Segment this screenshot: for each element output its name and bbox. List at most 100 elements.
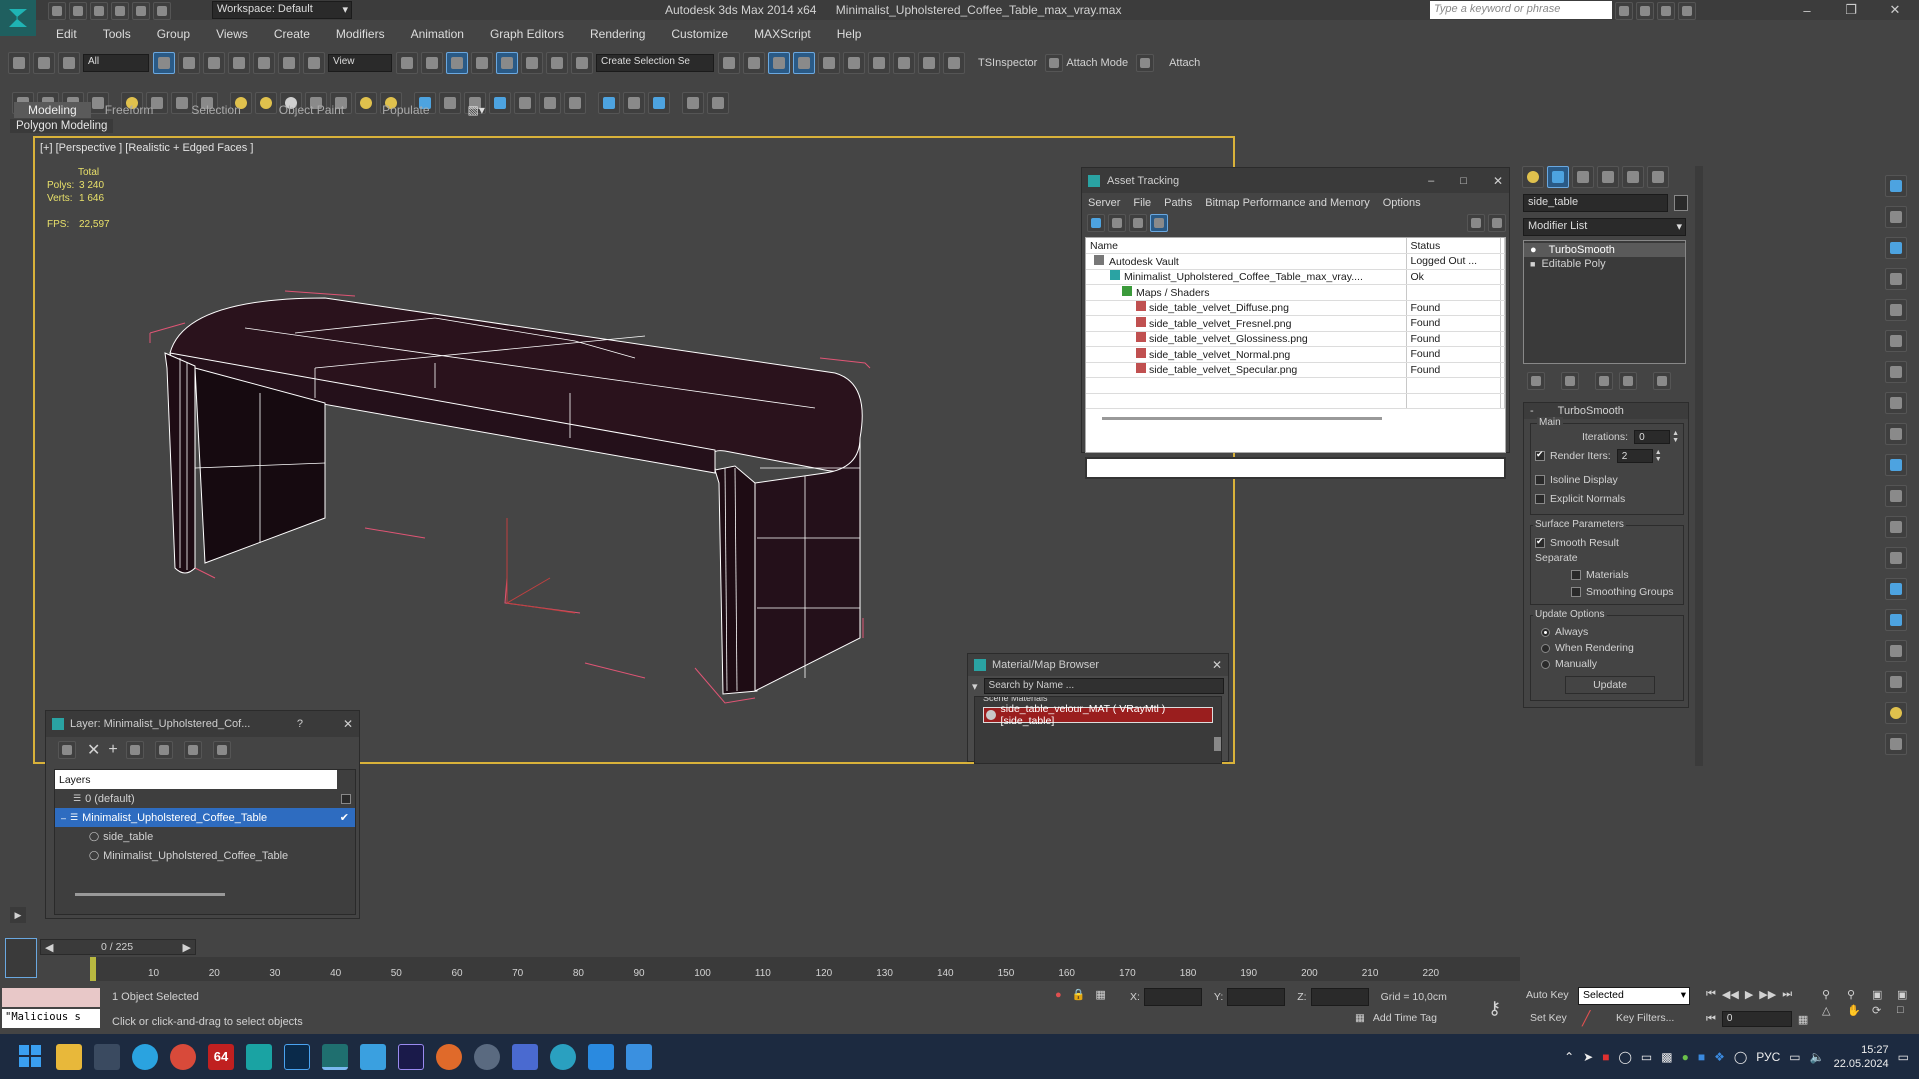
auto-key-button[interactable]: Auto Key bbox=[1526, 989, 1569, 1001]
ies-icon[interactable] bbox=[1885, 299, 1907, 321]
table-row[interactable]: side_table_velvet_Fresnel.png Found bbox=[1086, 315, 1505, 332]
table-row[interactable]: Maps / Shaders bbox=[1086, 284, 1505, 301]
freeze-all-icon[interactable] bbox=[212, 741, 231, 759]
tray-telegram-icon[interactable]: ➤ bbox=[1583, 1050, 1593, 1064]
help-icon[interactable]: ? bbox=[297, 718, 303, 730]
link-icon[interactable] bbox=[8, 52, 30, 74]
x-coord-field[interactable] bbox=[1143, 988, 1202, 1006]
y-coord-field[interactable] bbox=[1227, 988, 1286, 1006]
object-name-field[interactable]: side_table bbox=[1523, 194, 1668, 212]
question-icon[interactable] bbox=[1885, 733, 1907, 755]
tray-display-icon[interactable]: ▭ bbox=[1641, 1050, 1652, 1064]
ref-coord-dropdown[interactable]: View bbox=[328, 54, 392, 72]
menu-rendering[interactable]: Rendering bbox=[590, 27, 645, 41]
menu-tools[interactable]: Tools bbox=[103, 27, 131, 41]
tray-security-icon[interactable]: ■ bbox=[1698, 1050, 1705, 1064]
horizontal-scrollbar[interactable] bbox=[1102, 417, 1382, 420]
tree-icon[interactable] bbox=[1885, 671, 1907, 693]
menu-maxscript[interactable]: MAXScript bbox=[754, 27, 811, 41]
stack-item-editable-poly[interactable]: ■ Editable Poly bbox=[1524, 257, 1685, 271]
update-button[interactable]: Update bbox=[1565, 676, 1655, 694]
render-setup-icon[interactable] bbox=[893, 52, 915, 74]
zoom-all-icon[interactable]: ⚲ bbox=[1847, 988, 1869, 1001]
manually-radio[interactable] bbox=[1541, 659, 1550, 669]
lock-icon[interactable]: 🔒 bbox=[1072, 988, 1086, 1001]
mirror-icon[interactable] bbox=[718, 52, 740, 74]
pan-icon[interactable]: ✋ bbox=[1847, 1004, 1869, 1017]
helper-icon[interactable] bbox=[1885, 640, 1907, 662]
smoothing-groups-checkbox[interactable] bbox=[1571, 586, 1581, 597]
percent-snap-icon[interactable] bbox=[521, 52, 543, 74]
when-rendering-radio[interactable] bbox=[1541, 643, 1550, 653]
zoom-icon[interactable]: ⚲ bbox=[1822, 988, 1844, 1001]
tray-antivirus-icon[interactable]: ■ bbox=[1602, 1050, 1609, 1064]
mini-listener-toggle[interactable] bbox=[5, 938, 37, 978]
photoshop-icon[interactable] bbox=[284, 1043, 310, 1070]
detail-view-icon[interactable] bbox=[1129, 214, 1147, 232]
app-icon[interactable] bbox=[474, 1043, 500, 1070]
select-object-icon[interactable] bbox=[153, 52, 175, 74]
orbit-icon[interactable]: ⟳ bbox=[1872, 1004, 1894, 1017]
set-key-icon[interactable]: ╱ bbox=[1582, 1010, 1590, 1027]
select-by-name-icon[interactable] bbox=[178, 52, 200, 74]
notepad-icon[interactable] bbox=[360, 1043, 386, 1070]
minimize-icon[interactable]: – bbox=[1428, 175, 1434, 187]
scale-icon[interactable] bbox=[303, 52, 325, 74]
hide-all-icon[interactable] bbox=[183, 741, 202, 759]
render-production-icon[interactable] bbox=[943, 52, 965, 74]
viewport[interactable]: [+] [Perspective ] [Realistic + Edged Fa… bbox=[33, 136, 1235, 764]
go-to-start-icon[interactable]: ⏮ bbox=[1706, 988, 1716, 1001]
column-header-name[interactable]: Name bbox=[1086, 238, 1407, 254]
menu-views[interactable]: Views bbox=[216, 27, 248, 41]
render-iters-spinner[interactable]: 2 bbox=[1616, 449, 1653, 463]
fov-icon[interactable]: △ bbox=[1822, 1004, 1844, 1017]
checkmark-icon[interactable]: ✔ bbox=[340, 811, 349, 824]
telegram-icon[interactable] bbox=[132, 1043, 158, 1070]
keyboard-shortcut-override-icon[interactable] bbox=[446, 52, 468, 74]
table-row[interactable]: side_table_velvet_Glossiness.png Found bbox=[1086, 331, 1505, 347]
sun-light-icon[interactable] bbox=[1885, 268, 1907, 290]
table-row[interactable]: side_table_velvet_Specular.png Found bbox=[1086, 362, 1505, 378]
named-selection-dropdown[interactable]: Create Selection Se bbox=[596, 54, 714, 72]
menu-help[interactable]: Help bbox=[837, 27, 862, 41]
time-tag-icon[interactable]: ▦ bbox=[1355, 1012, 1365, 1024]
move-icon[interactable] bbox=[253, 52, 275, 74]
list-view-icon[interactable] bbox=[1108, 214, 1126, 232]
table-row[interactable]: side_table_velvet_Normal.png Found bbox=[1086, 346, 1505, 363]
next-key-icon[interactable]: ▶▶ bbox=[1759, 988, 1776, 1001]
menu-modifiers[interactable]: Modifiers bbox=[336, 27, 385, 41]
tray-volume-icon[interactable]: 🔈 bbox=[1810, 1050, 1825, 1064]
tray-sync-icon[interactable]: ◯ bbox=[1618, 1050, 1631, 1064]
key-mode-icon[interactable]: ⏮ bbox=[1706, 1013, 1716, 1026]
search-input[interactable]: Type a keyword or phrase bbox=[1430, 1, 1612, 19]
key-icon[interactable]: ⚷ bbox=[1488, 998, 1501, 1019]
pin-stack-icon[interactable] bbox=[1527, 372, 1545, 390]
tray-network-icon[interactable]: ▭ bbox=[1789, 1050, 1800, 1064]
minimize-icon[interactable]: – bbox=[1785, 3, 1829, 18]
close-icon[interactable]: ✕ bbox=[343, 717, 353, 731]
task-view-icon[interactable] bbox=[94, 1043, 120, 1070]
polygon-modeling-tab[interactable]: Polygon Modeling bbox=[10, 119, 114, 133]
proxy-object-icon[interactable] bbox=[1885, 392, 1907, 414]
chrome-icon[interactable] bbox=[170, 1043, 196, 1070]
layer-item-coffee-table[interactable]: – ☰ Minimalist_Upholstered_Coffee_Table … bbox=[55, 808, 355, 827]
layer-item-default[interactable]: ☰ 0 (default) bbox=[55, 789, 355, 808]
star-icon[interactable] bbox=[1657, 2, 1675, 20]
add-to-layer-icon[interactable]: + bbox=[108, 741, 117, 759]
table-row[interactable]: Autodesk Vault Logged Out ... bbox=[1086, 253, 1505, 270]
spinner-arrows-icon[interactable]: ▲ ▼ bbox=[1672, 430, 1679, 444]
3ds-max-active-icon[interactable] bbox=[322, 1043, 348, 1070]
notifications-icon[interactable]: ▭ bbox=[1898, 1050, 1909, 1064]
close-icon[interactable]: ✕ bbox=[1873, 2, 1917, 18]
ribbon-tab-selection[interactable]: Selection bbox=[191, 103, 240, 117]
layer-manager-icon[interactable] bbox=[768, 52, 790, 74]
bulb-light-icon[interactable] bbox=[1885, 516, 1907, 538]
isolate-icon[interactable]: ● bbox=[1055, 989, 1062, 1001]
utilities-tab-icon[interactable] bbox=[1647, 166, 1669, 188]
physical-camera-icon[interactable] bbox=[1885, 206, 1907, 228]
stack-item-turbosmooth[interactable]: ● TurboSmooth bbox=[1524, 243, 1685, 257]
volume-icon[interactable] bbox=[1885, 609, 1907, 631]
snap-toggle-icon[interactable] bbox=[471, 52, 493, 74]
play-icon[interactable]: ▶ bbox=[1745, 988, 1753, 1001]
menu-group[interactable]: Group bbox=[157, 27, 190, 41]
